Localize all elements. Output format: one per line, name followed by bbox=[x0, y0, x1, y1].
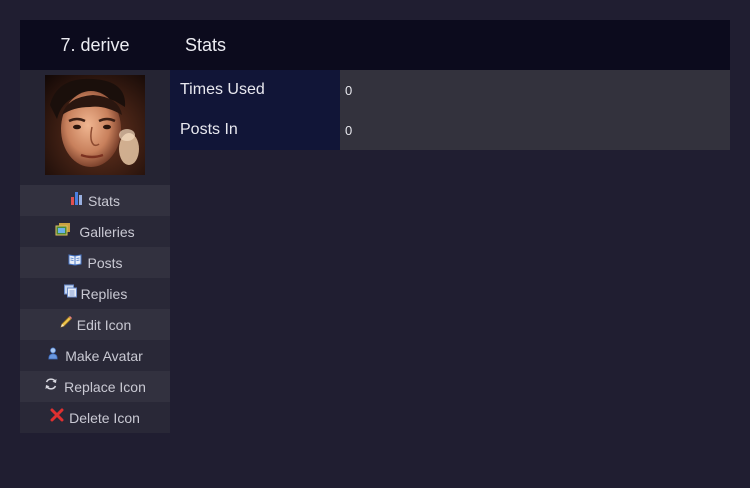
menu-make-avatar-label: Make Avatar bbox=[65, 347, 143, 364]
bar-chart-icon bbox=[71, 191, 83, 205]
refresh-icon bbox=[45, 377, 57, 390]
user-icon bbox=[48, 347, 58, 359]
stat-value-times-used: 0 bbox=[340, 70, 730, 110]
avatar-container bbox=[20, 70, 170, 185]
menu-replace-icon[interactable]: Replace Icon bbox=[20, 371, 170, 402]
stat-label-posts-in: Posts In bbox=[170, 110, 340, 150]
red-x-icon bbox=[50, 408, 64, 421]
table-row: Posts In 0 bbox=[170, 110, 730, 150]
pencil-icon bbox=[60, 315, 72, 328]
menu-stats[interactable]: Stats bbox=[20, 185, 170, 216]
menu-posts-label: Posts bbox=[87, 254, 123, 271]
menu-replace-icon-label: Replace Icon bbox=[64, 378, 146, 395]
menu-stats-label: Stats bbox=[88, 192, 120, 209]
menu-delete-icon-label: Delete Icon bbox=[69, 409, 140, 426]
menu-edit-icon-label: Edit Icon bbox=[76, 316, 132, 333]
table-row: Times Used 0 bbox=[170, 70, 730, 110]
section-title: Stats bbox=[185, 34, 227, 55]
sidebar: Stats Galleries Posts Replies Edit Icon … bbox=[20, 70, 170, 433]
stats-content: Times Used 0 Posts In 0 bbox=[170, 70, 730, 433]
menu-galleries[interactable]: Galleries bbox=[20, 216, 170, 247]
gallery-icon bbox=[55, 222, 71, 235]
menu-replies-label: Replies bbox=[80, 285, 128, 302]
stacked-pages-icon bbox=[63, 284, 77, 297]
menu-replies[interactable]: Replies bbox=[20, 278, 170, 309]
icon-panel: 7. derive Stats Stats Galleries Posts Re… bbox=[20, 20, 730, 433]
open-book-icon bbox=[68, 253, 82, 266]
panel-header: 7. derive Stats bbox=[20, 20, 730, 70]
menu-make-avatar[interactable]: Make Avatar bbox=[20, 340, 170, 371]
icon-title: 7. derive bbox=[60, 34, 130, 55]
menu-delete-icon[interactable]: Delete Icon bbox=[20, 402, 170, 433]
portrait-photo-icon bbox=[45, 75, 145, 175]
stat-value-posts-in: 0 bbox=[340, 110, 730, 150]
stats-table: Times Used 0 Posts In 0 bbox=[170, 70, 730, 150]
menu-galleries-label: Galleries bbox=[79, 223, 135, 240]
menu-posts[interactable]: Posts bbox=[20, 247, 170, 278]
menu-edit-icon[interactable]: Edit Icon bbox=[20, 309, 170, 340]
panel-body: Stats Galleries Posts Replies Edit Icon … bbox=[20, 70, 730, 433]
stat-label-times-used: Times Used bbox=[170, 70, 340, 110]
